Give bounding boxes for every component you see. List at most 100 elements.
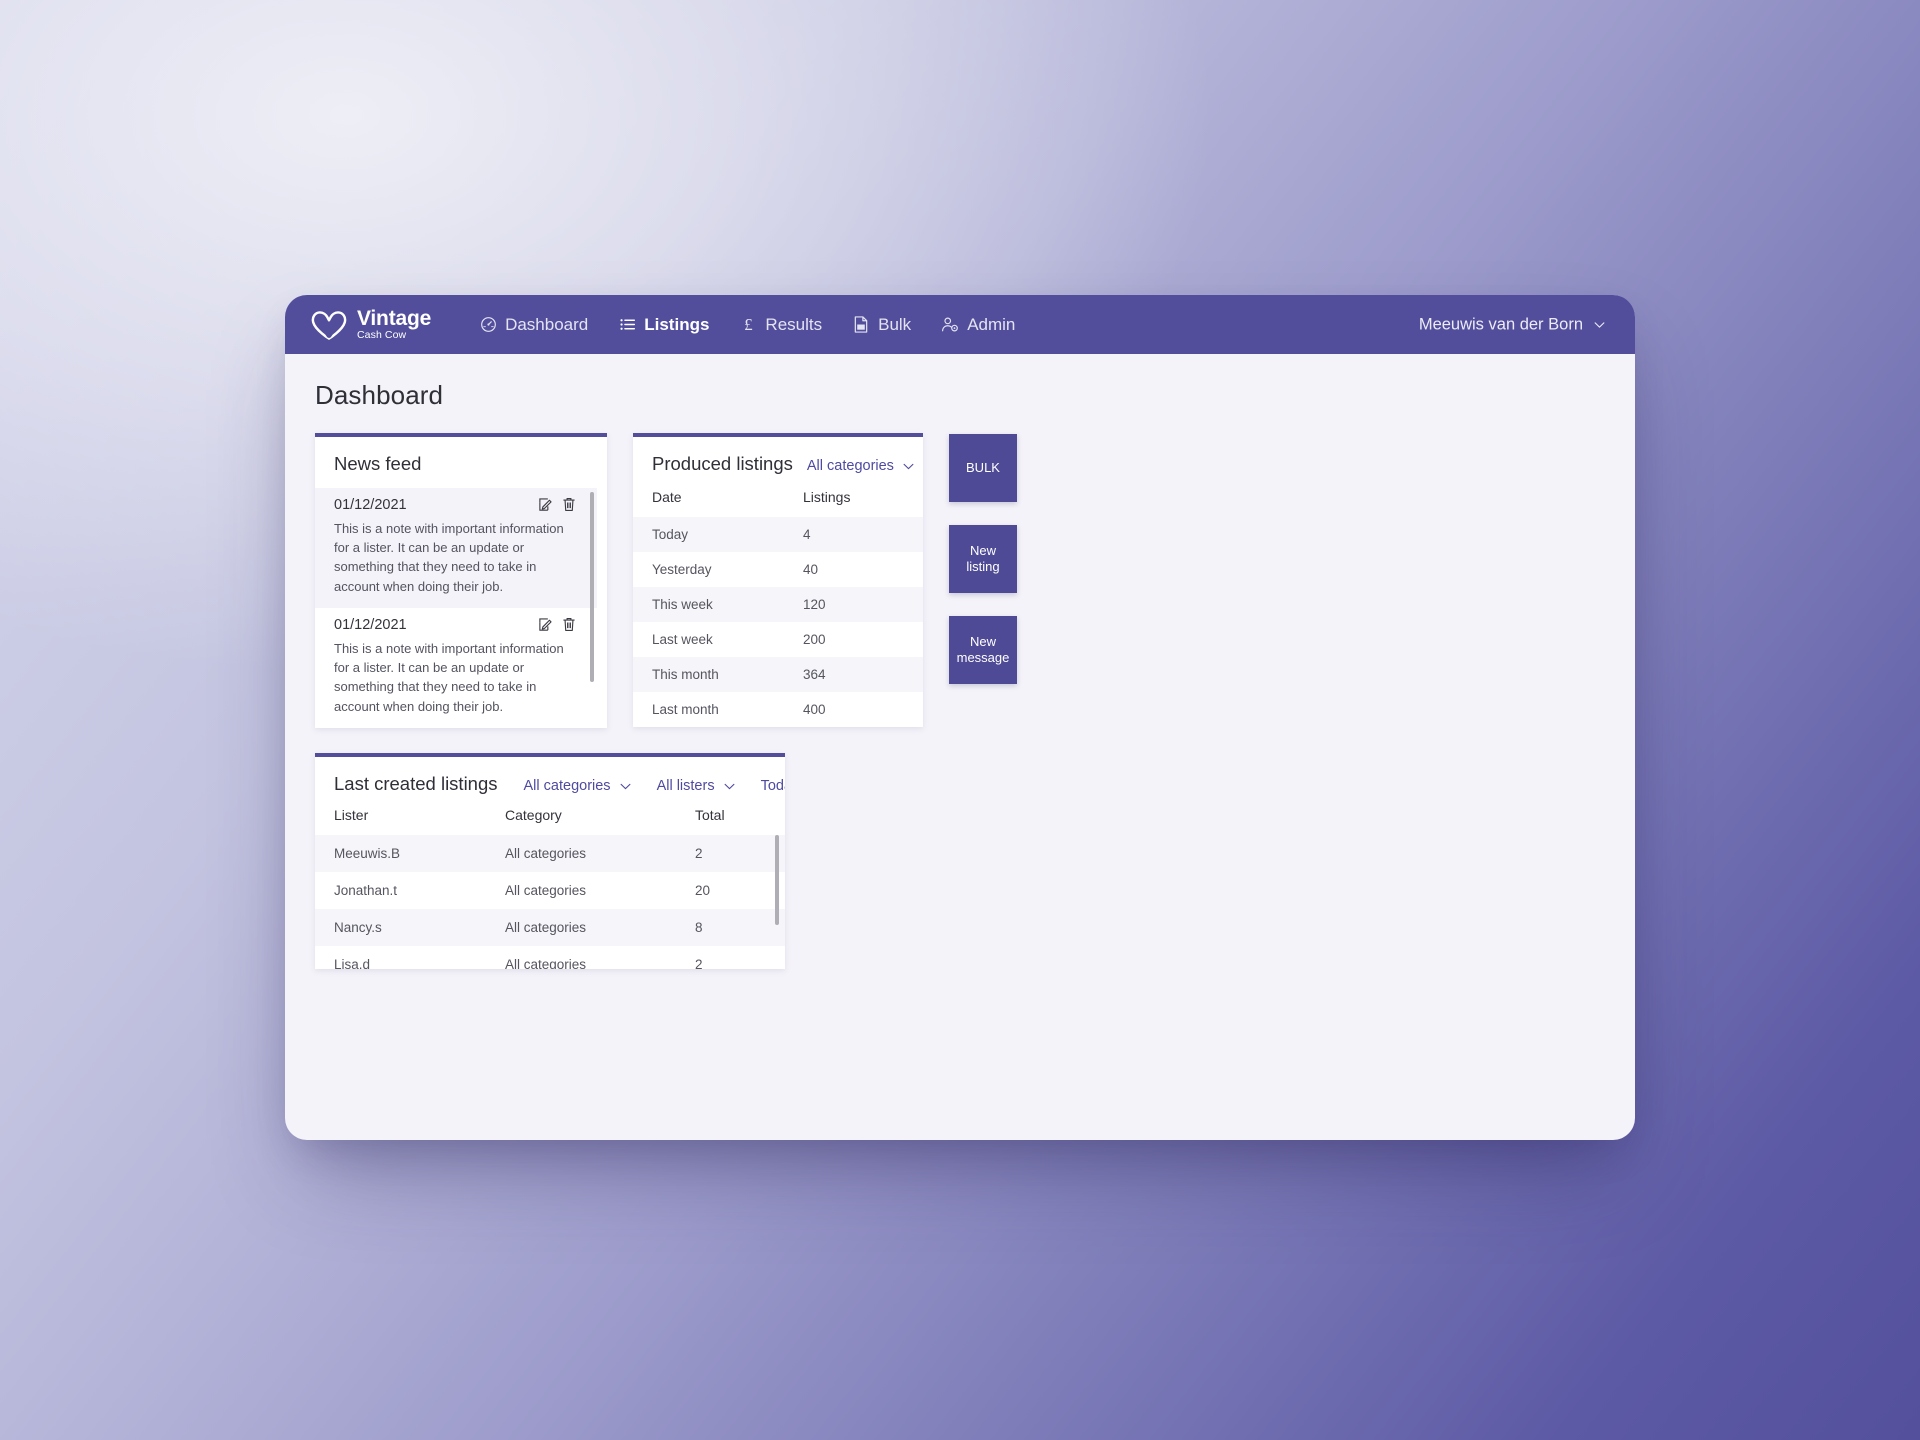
edit-pencil-square-icon[interactable] (538, 497, 553, 512)
chevron-down-icon (1594, 321, 1605, 328)
table-row[interactable]: This week 120 (633, 587, 923, 622)
user-name: Meeuwis van der Born (1418, 315, 1583, 333)
news-item-body: This is a note with important informatio… (334, 640, 564, 714)
produced-listings-title: Produced listings (652, 453, 793, 474)
bulk-button[interactable]: BULK (949, 434, 1017, 502)
quick-actions: BULK New listing New message (949, 433, 1017, 684)
nav-label-listings: Listings (644, 314, 710, 334)
last-created-period-filter[interactable]: Today (761, 778, 785, 794)
brand-logo-link[interactable]: Vintage Cash Cow (310, 308, 431, 341)
cell-category: All categories (505, 920, 587, 935)
user-gear-icon (941, 316, 959, 334)
chevron-down-icon (620, 783, 631, 789)
cell-date: This week (652, 597, 713, 612)
cell-total: 2 (695, 957, 703, 969)
brand-name: Vintage (357, 307, 432, 331)
list-icon (618, 316, 636, 334)
table-row[interactable]: Meeuwis.B All categories 2 (315, 835, 785, 872)
cell-listings: 364 (803, 667, 826, 682)
filter-label: All listers (656, 778, 715, 794)
nav-item-dashboard[interactable]: Dashboard (479, 315, 588, 335)
table-header-row: Lister Category Total (315, 799, 785, 835)
column-header-date: Date (652, 489, 682, 505)
produced-listings-category-filter[interactable]: All categories (807, 458, 914, 474)
top-navigation-bar: Vintage Cash Cow Dashboard Listings £ Re… (285, 295, 1635, 354)
cell-listings: 40 (803, 562, 819, 577)
last-created-category-filter[interactable]: All categories (524, 778, 631, 794)
nav-label-bulk: Bulk (878, 314, 912, 334)
csv-file-icon (852, 316, 870, 334)
news-feed-card: News feed 01/12/2021 This is a note with… (315, 433, 607, 728)
cell-total: 8 (695, 920, 703, 935)
table-row[interactable]: Jonathan.t All categories 20 (315, 872, 785, 909)
table-row[interactable]: Yesterday 40 (633, 552, 923, 587)
news-feed-item: 01/12/2021 This is a note with important… (315, 488, 597, 608)
table-row[interactable]: Last month 400 (633, 692, 923, 727)
table-row[interactable]: Last week 200 (633, 622, 923, 657)
column-header-total: Total (695, 807, 725, 823)
news-item-body: This is a note with important informatio… (334, 521, 564, 594)
nav-item-bulk[interactable]: Bulk (852, 315, 911, 335)
new-listing-button[interactable]: New listing (949, 525, 1017, 593)
column-header-category: Category (505, 807, 562, 823)
page-content: Dashboard News feed 01/12/2021 This is a… (285, 354, 1635, 969)
table-header-row: Date Listings (633, 481, 923, 517)
filter-label: All categories (806, 458, 894, 474)
table-row[interactable]: This month 364 (633, 657, 923, 692)
app-window: Vintage Cash Cow Dashboard Listings £ Re… (285, 295, 1635, 1140)
cell-category: All categories (505, 883, 587, 898)
nav-item-results[interactable]: £ Results (739, 315, 822, 335)
cell-lister: Nancy.s (334, 920, 382, 935)
cell-date: Last week (652, 632, 713, 647)
column-header-lister: Lister (334, 807, 369, 823)
produced-listings-card: Produced listings All categories Date Li… (633, 433, 923, 727)
cell-listings: 400 (803, 702, 826, 717)
cell-date: Yesterday (652, 562, 712, 577)
cell-listings: 200 (803, 632, 826, 647)
nav-item-admin[interactable]: Admin (941, 315, 1015, 335)
cell-listings: 4 (803, 527, 811, 542)
filter-label: All categories (523, 778, 611, 794)
filter-label: Today (760, 778, 785, 794)
nav-label-dashboard: Dashboard (505, 314, 589, 334)
news-feed-header: News feed (315, 437, 607, 488)
nav-label-results: Results (765, 314, 823, 334)
produced-listings-header: Produced listings All categories (633, 437, 923, 481)
table-row[interactable]: Lisa.d All categories 2 (315, 946, 785, 969)
last-created-lister-filter[interactable]: All listers (657, 778, 735, 794)
last-created-listings-header: Last created listings All categories All… (315, 757, 785, 799)
table-row[interactable]: Nancy.s All categories 8 (315, 909, 785, 946)
last-created-listings-scrollbar[interactable] (775, 835, 779, 925)
trash-icon[interactable] (562, 617, 576, 632)
cell-total: 2 (695, 846, 703, 861)
cell-date: Last month (652, 702, 719, 717)
brand-subtitle: Cash Cow (357, 329, 407, 342)
chevron-down-icon (724, 783, 735, 789)
last-created-listings-card: Last created listings All categories All… (315, 753, 785, 969)
nav-item-listings[interactable]: Listings (618, 315, 709, 335)
news-feed-title: News feed (334, 453, 422, 474)
cell-lister: Lisa.d (334, 957, 371, 969)
user-menu-button[interactable]: Meeuwis van der Born (1419, 315, 1605, 334)
cell-category: All categories (505, 957, 587, 969)
cell-date: Today (652, 527, 689, 542)
news-feed-scrollbar[interactable] (590, 492, 594, 682)
trash-icon[interactable] (562, 497, 576, 512)
table-row[interactable]: Today 4 (633, 517, 923, 552)
column-header-listings: Listings (803, 489, 851, 505)
last-created-listings-table: Lister Category Total Meeuwis.B All cate… (315, 799, 785, 969)
nav-label-admin: Admin (967, 314, 1016, 334)
edit-pencil-square-icon[interactable] (538, 617, 553, 632)
cell-category: All categories (505, 846, 587, 861)
new-message-button[interactable]: New message (949, 616, 1017, 684)
news-feed-scroll-area[interactable]: 01/12/2021 This is a note with important… (315, 488, 597, 714)
cell-total: 20 (695, 883, 711, 898)
produced-listings-table: Date Listings Today 4 Yesterday 40 This … (633, 481, 923, 727)
dashboard-top-row: News feed 01/12/2021 This is a note with… (315, 433, 1605, 728)
last-created-listings-title: Last created listings (334, 773, 498, 794)
cell-date: This month (652, 667, 719, 682)
cell-lister: Meeuwis.B (334, 846, 401, 861)
cell-lister: Jonathan.t (334, 883, 398, 898)
heart-logo-icon (311, 310, 347, 340)
cell-listings: 120 (803, 597, 826, 612)
